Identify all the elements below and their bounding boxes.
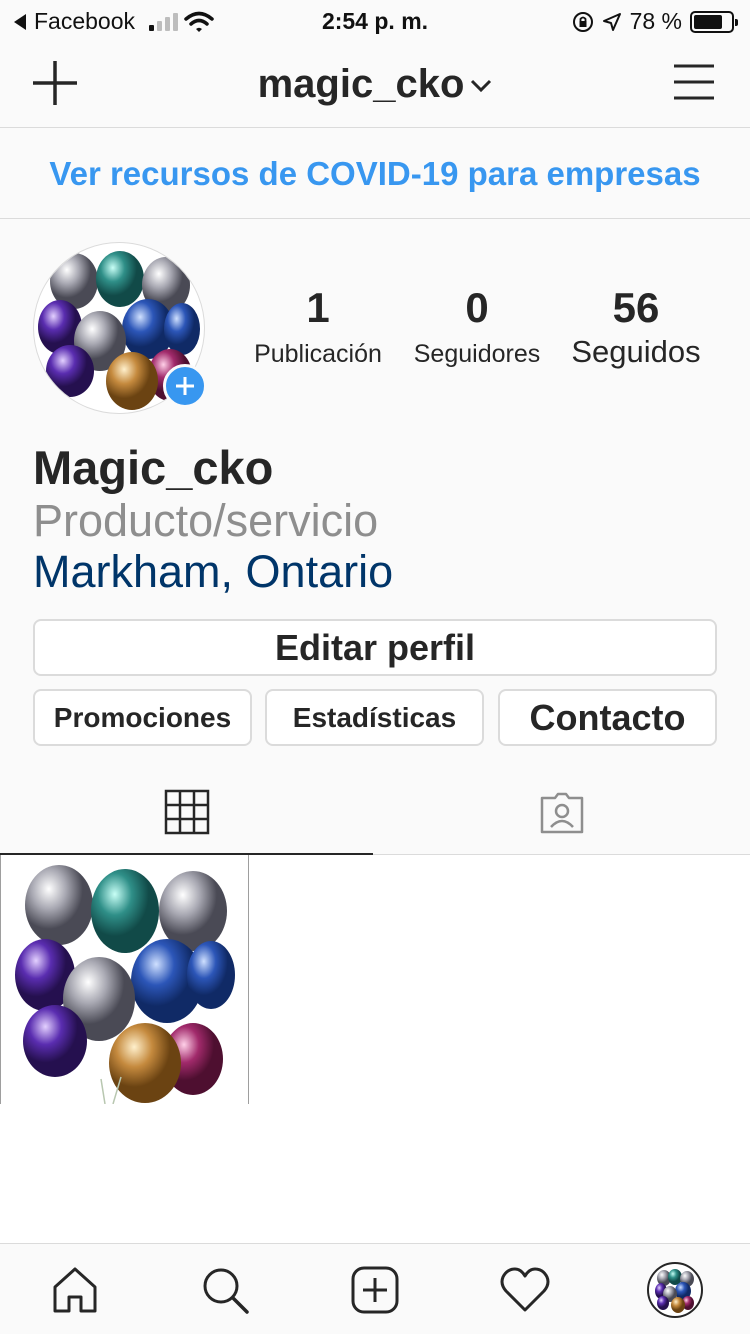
chevron-down-icon bbox=[471, 80, 492, 93]
stat-following-label: Seguidos bbox=[571, 334, 701, 369]
stat-posts-count: 1 bbox=[306, 284, 330, 331]
stat-followers[interactable]: 0 Seguidores bbox=[396, 282, 558, 370]
post-thumbnail[interactable] bbox=[0, 855, 249, 1104]
battery-icon bbox=[690, 10, 738, 33]
nav-profile[interactable] bbox=[647, 1262, 703, 1318]
nav-home[interactable] bbox=[47, 1262, 103, 1318]
add-story-button[interactable] bbox=[163, 364, 207, 408]
profile-tabs bbox=[0, 770, 750, 855]
insights-button[interactable]: Estadísticas bbox=[265, 689, 484, 746]
nav-new-post[interactable] bbox=[347, 1262, 403, 1318]
grid-icon bbox=[164, 789, 209, 834]
contact-button[interactable]: Contacto bbox=[498, 689, 717, 746]
nav-search[interactable] bbox=[197, 1262, 253, 1318]
profile-location-link[interactable]: Markham, Ontario bbox=[33, 546, 393, 598]
edit-profile-button[interactable]: Editar perfil bbox=[33, 619, 717, 676]
profile-bio: Magic_cko Producto/servicio Markham, Ont… bbox=[33, 440, 393, 598]
tab-tagged[interactable] bbox=[375, 770, 748, 855]
covid-resources-link[interactable]: Ver recursos de COVID-19 para empresas bbox=[0, 129, 750, 219]
nav-activity[interactable] bbox=[497, 1262, 553, 1318]
posts-grid bbox=[0, 855, 750, 1243]
stat-followers-label: Seguidores bbox=[413, 340, 541, 368]
hamburger-menu-icon bbox=[674, 64, 714, 100]
account-switcher[interactable]: magic_cko bbox=[0, 62, 750, 107]
stat-followers-count: 0 bbox=[465, 284, 489, 331]
top-nav: magic_cko bbox=[0, 40, 750, 128]
tagged-icon bbox=[540, 792, 583, 833]
plus-icon bbox=[176, 377, 194, 395]
stat-following-count: 56 bbox=[612, 284, 660, 331]
stat-posts[interactable]: 1 Publicación bbox=[240, 282, 396, 370]
stat-following[interactable]: 56 Seguidos bbox=[558, 282, 714, 370]
bottom-nav bbox=[0, 1243, 750, 1334]
profile-name: Magic_cko bbox=[33, 441, 274, 494]
balloons-image bbox=[655, 1269, 694, 1313]
orientation-lock-icon bbox=[572, 11, 593, 32]
tab-grid[interactable] bbox=[0, 770, 373, 855]
profile-stats: 1 Publicación 0 Seguidores 56 Seguidos bbox=[240, 282, 720, 370]
menu-button[interactable] bbox=[672, 62, 716, 102]
promotions-button[interactable]: Promociones bbox=[33, 689, 252, 746]
account-username: magic_cko bbox=[257, 62, 465, 106]
location-arrow-icon bbox=[602, 12, 621, 31]
battery-percent: 78 % bbox=[629, 8, 682, 34]
search-icon bbox=[203, 1268, 249, 1314]
new-post-icon bbox=[351, 1266, 399, 1314]
stat-posts-label: Publicación bbox=[254, 340, 382, 368]
profile-avatar-wrap[interactable] bbox=[33, 242, 207, 414]
profile-avatar bbox=[647, 1262, 703, 1318]
home-icon bbox=[53, 1267, 97, 1313]
heart-icon bbox=[500, 1267, 550, 1312]
profile-category: Producto/servicio bbox=[33, 495, 379, 546]
balloons-image bbox=[15, 865, 235, 1104]
status-bar: Facebook 2:54 p. m. 78 % bbox=[0, 0, 750, 40]
